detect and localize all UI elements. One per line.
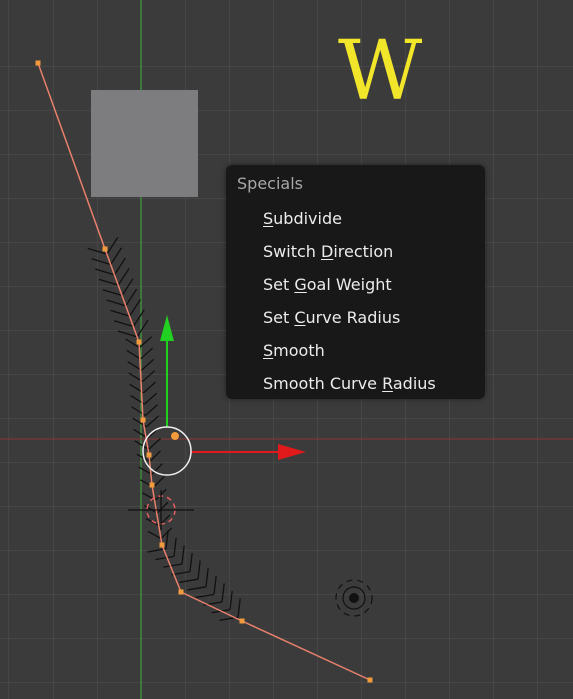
curve-normals: [87, 237, 241, 621]
curve-normal: [148, 438, 162, 450]
curve-normal: [145, 404, 159, 416]
curve-normal: [117, 268, 130, 286]
control-point[interactable]: [239, 618, 245, 624]
menu-item-label: Set Goal Weight: [263, 275, 392, 294]
curve-normal: [142, 370, 156, 383]
curve-normal: [181, 545, 185, 565]
curve-normal: [113, 320, 134, 328]
curve-normal: [189, 552, 193, 572]
control-point[interactable]: [136, 339, 142, 345]
menu-item-set-curve-radius[interactable]: Set Curve Radius: [226, 302, 485, 332]
curve-normal: [106, 299, 126, 307]
menu-item-set-goal-weight[interactable]: Set Goal Weight: [226, 269, 485, 299]
curve-normal: [110, 247, 123, 265]
curve-normal: [126, 349, 141, 360]
lamp-icon[interactable]: [335, 579, 373, 617]
curve-normal: [121, 278, 134, 296]
menu-item-label: Subdivide: [263, 209, 342, 228]
gizmo-x-arrowhead-icon[interactable]: [278, 444, 306, 460]
gizmo-pivot-dot: [171, 432, 179, 440]
curve-normal: [98, 278, 119, 286]
curve-normal: [213, 575, 217, 595]
plane-object[interactable]: [91, 90, 198, 197]
3d-viewport[interactable]: W Specials Subdivide Switch Direction Se…: [0, 0, 573, 699]
control-point[interactable]: [35, 60, 41, 66]
menu-item-smooth[interactable]: Smooth: [226, 335, 485, 365]
gizmo-y-arrowhead-icon[interactable]: [160, 315, 174, 341]
curve-normal: [143, 381, 157, 394]
curve-normal: [146, 415, 160, 428]
curve-normal: [106, 237, 119, 255]
curve-normal: [149, 450, 161, 462]
curve-normal: [155, 555, 175, 561]
curve-normal: [136, 319, 149, 338]
curve-normal: [113, 257, 126, 276]
curve-normal: [140, 347, 154, 360]
curve-normal: [153, 476, 165, 488]
curve-normal: [221, 583, 225, 603]
control-point[interactable]: [146, 452, 152, 458]
control-point[interactable]: [140, 417, 146, 423]
hotkey-overlay-letter: W: [338, 24, 422, 119]
curve-normal: [160, 527, 173, 540]
curve-normal: [173, 537, 177, 557]
menu-item-label: Smooth Curve Radius: [263, 374, 436, 393]
curve-normal: [156, 501, 169, 514]
curve-normal: [205, 568, 209, 587]
curve-normal: [144, 392, 158, 405]
curve-normal: [195, 593, 215, 599]
curve-normal: [187, 586, 207, 591]
control-point[interactable]: [159, 542, 165, 548]
curve-normal: [117, 330, 138, 338]
menu-item-label: Set Curve Radius: [263, 308, 401, 327]
curve-normal: [91, 258, 111, 266]
specials-menu[interactable]: Specials Subdivide Switch Direction Set …: [226, 165, 485, 399]
curve-normal: [110, 309, 130, 317]
control-point[interactable]: [149, 482, 155, 488]
curve-normal: [95, 268, 115, 276]
curve-normal: [179, 578, 199, 583]
curve-normal: [163, 563, 183, 568]
curve-normal: [229, 590, 233, 610]
curve-normal: [237, 598, 241, 618]
menu-title: Specials: [237, 174, 303, 193]
menu-item-switch-direction[interactable]: Switch Direction: [226, 236, 485, 266]
3d-cursor-icon[interactable]: [128, 490, 194, 530]
menu-item-smooth-curve-radius[interactable]: Smooth Curve Radius: [226, 368, 485, 398]
curve-normal: [197, 560, 201, 580]
menu-item-label: Smooth: [263, 341, 325, 360]
menu-item-label: Switch Direction: [263, 242, 394, 261]
menu-item-subdivide[interactable]: Subdivide: [226, 203, 485, 233]
curve-normal: [147, 530, 162, 540]
curve-normal: [102, 289, 123, 297]
control-point[interactable]: [178, 589, 184, 595]
curve-normal: [132, 309, 145, 327]
curve-normal: [141, 358, 155, 371]
curve-normal: [125, 288, 138, 307]
curve-normal: [129, 299, 142, 317]
control-point[interactable]: [102, 246, 108, 252]
gizmo-center-ring[interactable]: [142, 426, 192, 476]
control-point[interactable]: [367, 677, 373, 683]
